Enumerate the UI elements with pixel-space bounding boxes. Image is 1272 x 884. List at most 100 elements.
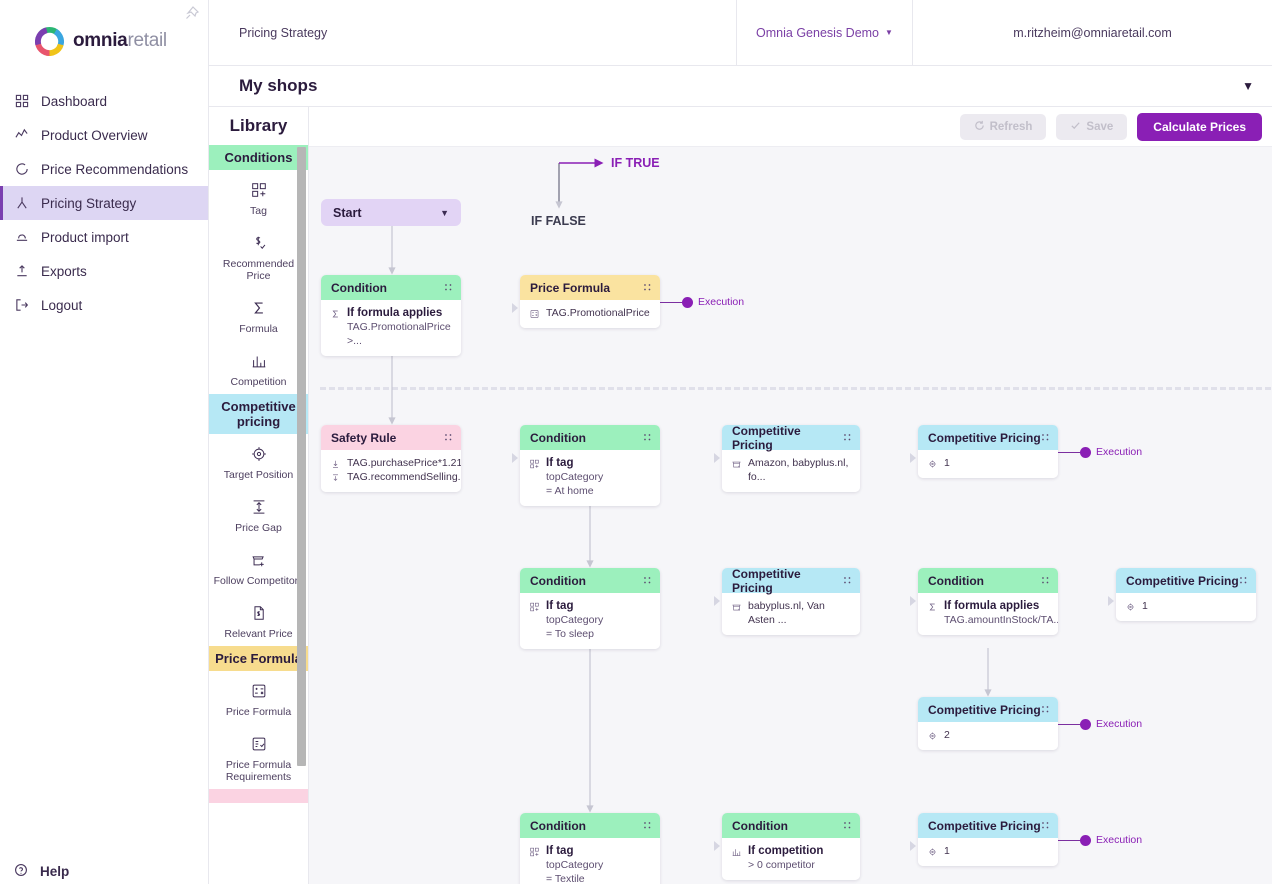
sidebar-item-product-import[interactable]: Product import bbox=[0, 220, 208, 254]
sidebar-item-price-recommendations[interactable]: Price Recommendations bbox=[0, 152, 208, 186]
drag-handle-icon[interactable] bbox=[1041, 576, 1050, 586]
node-header: Safety Rule bbox=[321, 425, 461, 450]
library-item-formula[interactable]: Formula bbox=[209, 288, 308, 341]
target-small-icon bbox=[1125, 601, 1136, 612]
node-cond-promo[interactable]: ConditionIf formula appliesTAG.Promotion… bbox=[321, 275, 461, 356]
library-item-competition[interactable]: Competition bbox=[209, 341, 308, 394]
execution-endpoint[interactable]: Execution bbox=[1080, 446, 1142, 458]
library-item-follow-competitors[interactable]: Follow Competitors bbox=[209, 540, 308, 593]
execution-endpoint[interactable]: Execution bbox=[682, 296, 744, 308]
execution-endpoint[interactable]: Execution bbox=[1080, 834, 1142, 846]
input-port-comp-1b[interactable] bbox=[1108, 596, 1114, 606]
calculate-prices-button[interactable]: Calculate Prices bbox=[1137, 113, 1262, 141]
drag-handle-icon[interactable] bbox=[643, 821, 652, 831]
drag-handle-icon[interactable] bbox=[643, 433, 652, 443]
sidebar-item-logout[interactable]: Logout bbox=[0, 288, 208, 322]
library-scroll-area: ConditionsTagRecommended PriceFormulaCom… bbox=[209, 145, 308, 884]
strategy-canvas[interactable]: Start ▼ IF TRUE IF FALSE ConditionIf for… bbox=[309, 147, 1272, 884]
left-sidebar: omniaretail Dashboard Product Overview bbox=[0, 0, 209, 884]
start-node[interactable]: Start ▼ bbox=[321, 199, 461, 226]
node-comp-1b[interactable]: Competitive Pricing 1 bbox=[1116, 568, 1256, 621]
node-formula-promo[interactable]: Price FormulaTAG.PromotionalPrice bbox=[520, 275, 660, 328]
node-row-title: If formula applies bbox=[347, 306, 442, 320]
input-port-cond-athome[interactable] bbox=[512, 453, 518, 463]
library-scrollbar[interactable]: ▲ bbox=[297, 147, 306, 766]
page-bar: My shops ▼ bbox=[209, 66, 1272, 107]
input-port-cond-stock[interactable] bbox=[910, 596, 916, 606]
node-header: Condition bbox=[520, 813, 660, 838]
chevron-down-icon[interactable]: ▼ bbox=[440, 208, 449, 218]
sidebar-item-pricing-strategy[interactable]: Pricing Strategy bbox=[0, 186, 208, 220]
node-comp-1a[interactable]: Competitive Pricing1 bbox=[918, 425, 1058, 478]
user-email[interactable]: m.ritzheim@omniaretail.com bbox=[912, 0, 1272, 65]
node-row-value: Amazon, babyplus.nl, fo... bbox=[748, 456, 851, 484]
node-header: Competitive Pricing bbox=[1116, 568, 1256, 593]
node-safety-rule[interactable]: Safety RuleTAG.purchasePrice*1.21TAG.rec… bbox=[321, 425, 461, 492]
document-price-icon bbox=[249, 603, 269, 623]
sigma-icon bbox=[927, 601, 938, 612]
checklist-icon bbox=[249, 734, 269, 754]
node-row-value: 1 bbox=[944, 456, 950, 470]
execution-endpoint[interactable]: Execution bbox=[1080, 718, 1142, 730]
node-cond-athome[interactable]: ConditionIf tagtopCategory = At home bbox=[520, 425, 660, 506]
execution-label: Execution bbox=[698, 296, 744, 308]
sidebar-item-dashboard[interactable]: Dashboard bbox=[0, 84, 208, 118]
library-item-price-gap[interactable]: Price Gap bbox=[209, 487, 308, 540]
shop-icon bbox=[731, 458, 742, 469]
library-item-recommended-price[interactable]: Recommended Price bbox=[209, 223, 308, 288]
drag-handle-icon[interactable] bbox=[444, 433, 453, 443]
input-port-cond-competition[interactable] bbox=[714, 841, 720, 851]
tag-icon bbox=[529, 458, 540, 469]
drag-handle-icon[interactable] bbox=[444, 283, 453, 293]
sidebar-item-help[interactable]: Help bbox=[0, 854, 69, 884]
node-comp-2[interactable]: Competitive Pricing2 bbox=[918, 697, 1058, 750]
drag-handle-icon[interactable] bbox=[643, 576, 652, 586]
tenant-selector[interactable]: Omnia Genesis Demo ▼ bbox=[736, 0, 912, 65]
drag-handle-icon[interactable] bbox=[1239, 576, 1248, 586]
library-item-relevant-price[interactable]: Relevant Price bbox=[209, 593, 308, 646]
node-row-value: 1 bbox=[1142, 599, 1148, 613]
sidebar-item-exports[interactable]: Exports bbox=[0, 254, 208, 288]
node-cond-stock[interactable]: ConditionIf formula appliesTAG.amountInS… bbox=[918, 568, 1058, 635]
drag-handle-icon[interactable] bbox=[643, 283, 652, 293]
node-title: Condition bbox=[928, 574, 984, 588]
refresh-button[interactable]: Refresh bbox=[960, 114, 1047, 140]
node-cond-competition[interactable]: ConditionIf competition> 0 competitor bbox=[722, 813, 860, 880]
input-port-comp-1c[interactable] bbox=[910, 841, 916, 851]
save-button[interactable]: Save bbox=[1056, 114, 1127, 140]
node-body: 1 bbox=[1116, 593, 1256, 621]
node-row: 2 bbox=[927, 728, 1049, 742]
library-item-tag[interactable]: Tag bbox=[209, 170, 308, 223]
node-cond-tosleep[interactable]: ConditionIf tagtopCategory = To sleep bbox=[520, 568, 660, 649]
shops-dropdown-chevron-down-icon[interactable]: ▼ bbox=[1242, 79, 1254, 93]
input-port-comp-1a[interactable] bbox=[910, 453, 916, 463]
sigma-icon bbox=[330, 308, 341, 319]
drag-handle-icon[interactable] bbox=[843, 821, 852, 831]
library-item-price-formula[interactable]: Price Formula bbox=[209, 671, 308, 724]
node-header: Condition bbox=[321, 275, 461, 300]
input-port-comp-babyplus[interactable] bbox=[714, 596, 720, 606]
library-item-label: Price Gap bbox=[235, 522, 282, 534]
pin-icon[interactable] bbox=[184, 5, 200, 21]
sidebar-item-product-overview[interactable]: Product Overview bbox=[0, 118, 208, 152]
library-item-price-formula-requirements[interactable]: Price Formula Requirements bbox=[209, 724, 308, 789]
drag-handle-icon[interactable] bbox=[1041, 705, 1050, 715]
input-port-formula-promo[interactable] bbox=[512, 303, 518, 313]
sidebar-item-label: Logout bbox=[41, 298, 82, 313]
node-comp-amazon[interactable]: Competitive PricingAmazon, babyplus.nl, … bbox=[722, 425, 860, 492]
drag-handle-icon[interactable] bbox=[843, 433, 852, 443]
library-item-label: Formula bbox=[239, 323, 278, 335]
node-body: If tagtopCategory = Textile bbox=[520, 838, 660, 884]
refresh-label: Refresh bbox=[990, 121, 1033, 133]
node-comp-1c[interactable]: Competitive Pricing1 bbox=[918, 813, 1058, 866]
drag-handle-icon[interactable] bbox=[1041, 821, 1050, 831]
node-cond-textile[interactable]: Condition If tagtopCategory = Textile bbox=[520, 813, 660, 884]
node-comp-babyplus[interactable]: Competitive Pricingbabyplus.nl, Van Aste… bbox=[722, 568, 860, 635]
node-row: If tagtopCategory = Textile bbox=[529, 844, 651, 884]
library-item-target-position[interactable]: Target Position bbox=[209, 434, 308, 487]
scroll-up-arrow-icon[interactable]: ▲ bbox=[294, 145, 305, 147]
node-header: Condition bbox=[918, 568, 1058, 593]
drag-handle-icon[interactable] bbox=[843, 576, 852, 586]
drag-handle-icon[interactable] bbox=[1041, 433, 1050, 443]
input-port-comp-amazon[interactable] bbox=[714, 453, 720, 463]
